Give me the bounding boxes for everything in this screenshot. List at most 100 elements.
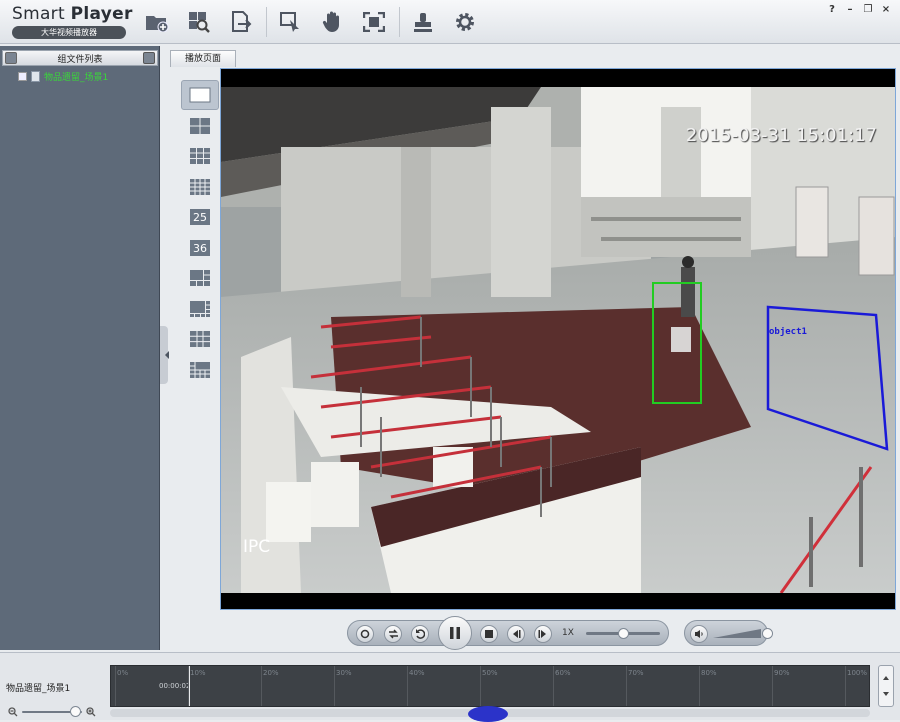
timeline-gridline (699, 666, 700, 706)
app-title: Smart Player (12, 4, 133, 24)
video-timestamp: 2015-03-31 15:01:17 (685, 125, 877, 146)
timeline-tick-label: 10% (190, 669, 206, 677)
layout-1-button[interactable] (181, 80, 219, 110)
hand-button[interactable] (315, 6, 349, 38)
layout-selector: 25 36 (181, 80, 219, 385)
layout-9b-button[interactable] (181, 324, 219, 354)
timeline-gridline (334, 666, 335, 706)
open-folder-button[interactable] (140, 6, 174, 38)
open-folder-icon (146, 16, 169, 32)
file-list-title: 组文件列表 (57, 55, 103, 65)
timeline-track[interactable]: 00:00:02 0% 10% 20% 30% 40% 50% 60% 70% 80% 90% 10… (110, 665, 870, 707)
file-label: 物品遗留_场景1 (44, 73, 109, 83)
channel-label: IPC (243, 537, 271, 557)
layout-16-button[interactable] (181, 172, 219, 202)
app-subtitle: 大华视频播放器 (12, 26, 126, 39)
loop-button[interactable] (384, 625, 402, 643)
timeline-gridline (407, 666, 408, 706)
timeline-panel: 物品遗留_场景1 00:00:02 0% 10% 20% 30% 40% 50% 60% 70… (0, 652, 900, 722)
stop-button[interactable] (480, 625, 498, 643)
file-checkbox[interactable] (18, 72, 27, 81)
prev-frame-button[interactable] (507, 625, 525, 643)
object-label: object1 (769, 327, 807, 337)
layout-25-button[interactable]: 25 (181, 202, 219, 232)
trash-icon[interactable] (143, 52, 155, 64)
pause-button[interactable] (438, 616, 472, 650)
timeline-current-time: 00:00:02 (159, 682, 191, 690)
zoom-in-icon[interactable] (86, 707, 96, 717)
timeline-gridline (261, 666, 262, 706)
video-window[interactable]: 2015-03-31 15:01:17 IPC object1 (220, 68, 896, 610)
layout-16-icon (190, 178, 210, 195)
layout-13-button[interactable] (181, 355, 219, 385)
next-frame-icon (538, 630, 546, 638)
volume-track[interactable] (713, 627, 761, 641)
restore-button[interactable]: ❐ (862, 4, 874, 16)
camera-scene (221, 87, 895, 594)
volume-slider-knob[interactable] (761, 628, 773, 639)
fullscreen-icon (363, 12, 385, 32)
timeline-gridline (188, 666, 189, 706)
layout-4-button[interactable] (181, 111, 219, 141)
file-list-item[interactable]: 物品遗留_场景1 (18, 70, 108, 83)
layout-6-button[interactable] (181, 263, 219, 293)
rewind-button[interactable] (411, 625, 429, 643)
file-list-panel: 组文件列表 物品遗留_场景1 (0, 46, 160, 650)
layout-25-icon: 25 (190, 209, 210, 225)
collapse-panel-button[interactable] (160, 326, 169, 384)
file-list-header: 组文件列表 (2, 50, 158, 66)
layout-8-button[interactable] (181, 294, 219, 324)
timeline-tick-label: 0% (117, 669, 129, 677)
layout-1-icon (189, 87, 211, 103)
window-controls: ? – ❐ × (826, 4, 892, 16)
export-button[interactable] (224, 6, 258, 38)
close-button[interactable]: × (880, 4, 892, 16)
file-icon (31, 71, 40, 82)
snapshot-button[interactable] (356, 625, 374, 643)
layout-36-button[interactable]: 36 (181, 233, 219, 263)
timeline-gridline (845, 666, 846, 706)
stamp-icon (414, 13, 432, 32)
zoom-slider-knob[interactable] (70, 706, 81, 717)
timeline-gridline (626, 666, 627, 706)
fullscreen-button[interactable] (357, 6, 391, 38)
search-file-button[interactable] (182, 6, 216, 38)
playback-controls: 1X (347, 616, 669, 650)
help-button[interactable]: ? (826, 4, 838, 16)
toolbar-separator (266, 7, 267, 37)
speed-label: 1X (562, 628, 574, 638)
svg-text:25: 25 (193, 211, 207, 224)
pause-icon (450, 627, 460, 639)
smart-search-button[interactable] (273, 6, 307, 38)
volume-control (684, 620, 773, 646)
timeline-scrollbar[interactable] (110, 706, 870, 722)
timeline-tick-label: 70% (628, 669, 644, 677)
timeline-zoom (8, 706, 98, 717)
toolbar (140, 6, 490, 38)
speed-slider-knob[interactable] (617, 628, 629, 639)
timeline-scroll-control[interactable] (878, 665, 894, 707)
layout-13-icon (190, 361, 210, 378)
layout-9-icon (190, 148, 210, 164)
volume-button[interactable] (690, 625, 708, 643)
stamp-button[interactable] (406, 6, 440, 38)
timeline-gridline (115, 666, 116, 706)
next-frame-button[interactable] (534, 625, 552, 643)
minimize-button[interactable]: – (844, 4, 856, 16)
scroll-arrows-icon (883, 676, 889, 696)
layout-9-button[interactable] (181, 141, 219, 171)
toolbar-separator (399, 7, 400, 37)
stop-icon (485, 630, 493, 638)
tab-playback[interactable]: 播放页面 (170, 50, 236, 67)
timeline-gridline (772, 666, 773, 706)
timeline-gridline (553, 666, 554, 706)
timeline-tick-label: 50% (482, 669, 498, 677)
timeline-tick-label: 60% (555, 669, 571, 677)
track-label: 物品遗留_场景1 (6, 684, 71, 694)
rewind-icon (416, 629, 425, 639)
settings-button[interactable] (448, 6, 482, 38)
zoom-out-icon[interactable] (8, 707, 18, 717)
smart-search-icon (280, 12, 299, 32)
hand-icon (322, 11, 339, 32)
layout-9b-icon (190, 331, 210, 347)
